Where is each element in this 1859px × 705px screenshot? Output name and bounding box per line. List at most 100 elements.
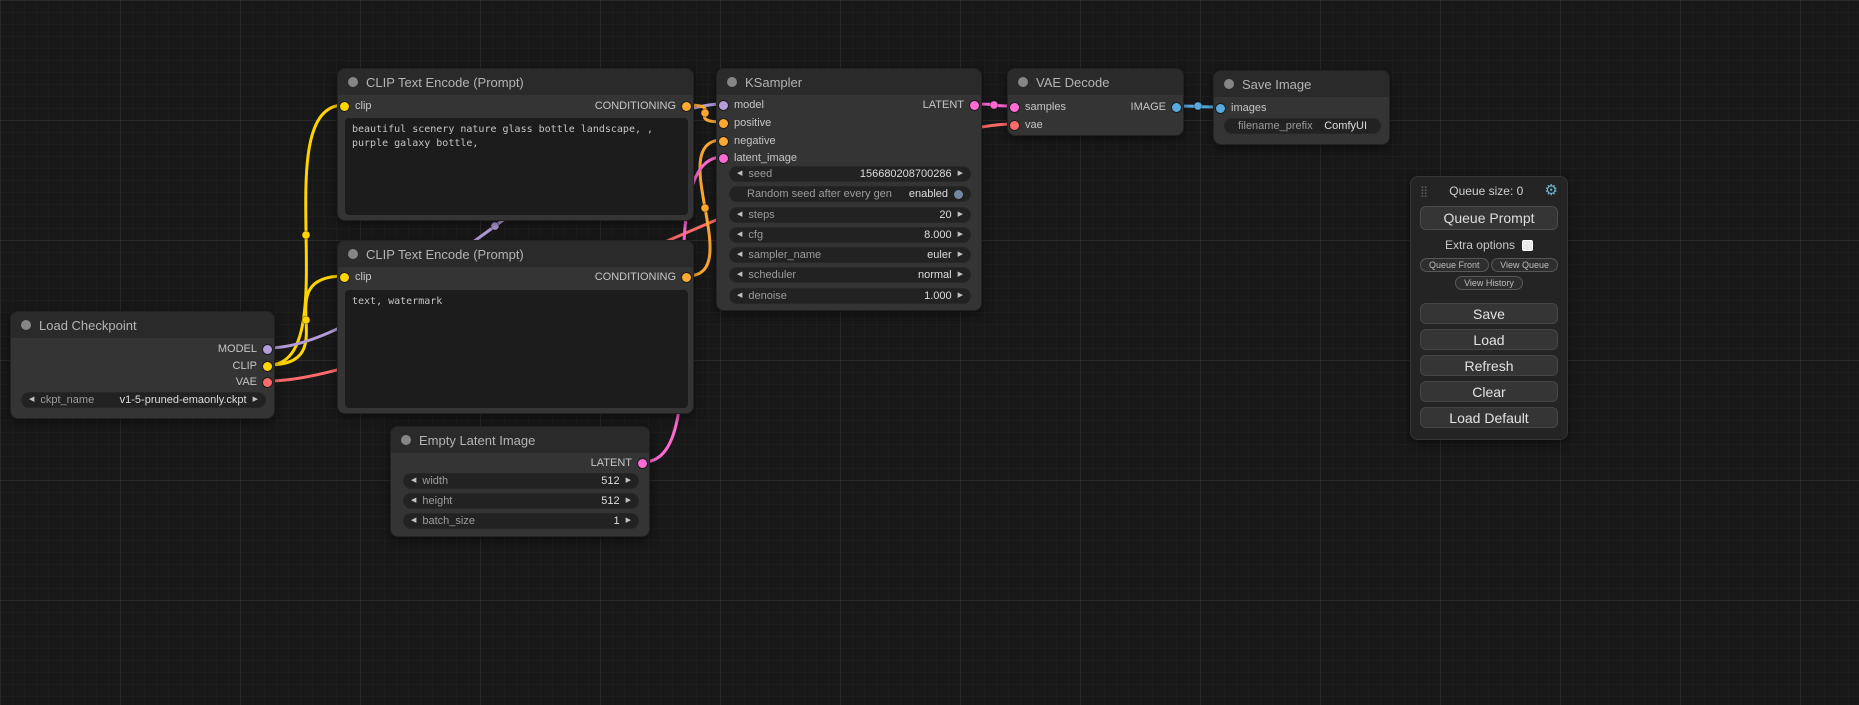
increment-arrow-icon[interactable]: ▶	[626, 494, 631, 508]
input-slot-clip[interactable]: clip	[340, 271, 372, 283]
output-slot-dot[interactable]	[263, 345, 272, 354]
collapse-dot-icon[interactable]	[1018, 77, 1028, 87]
input-slot-latent-image[interactable]: latent_image	[719, 152, 797, 164]
input-slot-dot[interactable]	[1216, 104, 1225, 113]
input-slot-dot[interactable]	[719, 154, 728, 163]
widget-batch-size[interactable]: ◀ batch_size 1 ▶	[403, 513, 639, 529]
output-slot-dot[interactable]	[263, 378, 272, 387]
comfyui-node-canvas[interactable]: Load Checkpoint MODEL CLIP VAE ◀ ckpt_na…	[0, 0, 1859, 705]
widget-scheduler[interactable]: ◀ scheduler normal ▶	[729, 267, 971, 283]
collapse-dot-icon[interactable]	[348, 77, 358, 87]
output-slot-image[interactable]: IMAGE	[1131, 101, 1181, 113]
gear-icon[interactable]: ⚙	[1545, 184, 1558, 198]
widget-random-seed-toggle[interactable]: Random seed after every gen enabled	[729, 186, 971, 202]
input-slot-vae[interactable]: vae	[1010, 119, 1043, 131]
decrement-arrow-icon[interactable]: ◀	[737, 289, 742, 303]
input-slot-model[interactable]: model	[719, 99, 764, 111]
drag-handle-icon[interactable]: ⣿	[1420, 185, 1428, 198]
output-slot-dot[interactable]	[682, 273, 691, 282]
increment-arrow-icon[interactable]: ▶	[958, 268, 963, 282]
increment-arrow-icon[interactable]: ▶	[253, 393, 258, 407]
widget-ckpt-name[interactable]: ◀ ckpt_name v1-5-pruned-emaonly.ckpt ▶	[21, 392, 266, 408]
increment-arrow-icon[interactable]: ▶	[958, 248, 963, 262]
output-slot-model[interactable]: MODEL	[218, 343, 272, 355]
input-slot-images[interactable]: images	[1216, 102, 1266, 114]
node-clip-text-encode-negative[interactable]: CLIP Text Encode (Prompt) clip CONDITION…	[337, 240, 694, 414]
output-slot-dot[interactable]	[682, 102, 691, 111]
output-slot-conditioning[interactable]: CONDITIONING	[595, 271, 691, 283]
view-history-button[interactable]: View History	[1455, 276, 1523, 290]
collapse-dot-icon[interactable]	[21, 320, 31, 330]
decrement-arrow-icon[interactable]: ◀	[411, 514, 416, 528]
input-slot-samples[interactable]: samples	[1010, 101, 1066, 113]
load-button[interactable]: Load	[1420, 329, 1558, 350]
input-slot-dot[interactable]	[340, 273, 349, 282]
widget-seed[interactable]: ◀ seed 156680208700286 ▶	[729, 166, 971, 182]
widget-width[interactable]: ◀ width 512 ▶	[403, 473, 639, 489]
node-ksampler[interactable]: KSampler model positive negative latent_…	[716, 68, 982, 311]
decrement-arrow-icon[interactable]: ◀	[737, 208, 742, 222]
load-default-button[interactable]: Load Default	[1420, 407, 1558, 428]
input-slot-dot[interactable]	[340, 102, 349, 111]
node-load-checkpoint[interactable]: Load Checkpoint MODEL CLIP VAE ◀ ckpt_na…	[10, 311, 275, 419]
widget-height[interactable]: ◀ height 512 ▶	[403, 493, 639, 509]
widget-cfg[interactable]: ◀ cfg 8.000 ▶	[729, 227, 971, 243]
input-slot-negative[interactable]: negative	[719, 135, 776, 147]
collapse-dot-icon[interactable]	[1224, 79, 1234, 89]
node-title-bar[interactable]: CLIP Text Encode (Prompt)	[338, 241, 693, 267]
decrement-arrow-icon[interactable]: ◀	[411, 494, 416, 508]
node-clip-text-encode-positive[interactable]: CLIP Text Encode (Prompt) clip CONDITION…	[337, 68, 694, 221]
increment-arrow-icon[interactable]: ▶	[958, 208, 963, 222]
input-slot-dot[interactable]	[1010, 121, 1019, 130]
prompt-textarea[interactable]: text, watermark	[345, 290, 688, 408]
queue-prompt-button[interactable]: Queue Prompt	[1420, 206, 1558, 230]
increment-arrow-icon[interactable]: ▶	[958, 289, 963, 303]
node-save-image[interactable]: Save Image images filename_prefix ComfyU…	[1213, 70, 1390, 145]
output-slot-dot[interactable]	[263, 362, 272, 371]
widget-sampler-name[interactable]: ◀ sampler_name euler ▶	[729, 247, 971, 263]
clear-button[interactable]: Clear	[1420, 381, 1558, 402]
decrement-arrow-icon[interactable]: ◀	[737, 228, 742, 242]
decrement-arrow-icon[interactable]: ◀	[29, 393, 34, 407]
output-slot-vae[interactable]: VAE	[236, 376, 272, 388]
node-title-bar[interactable]: VAE Decode	[1008, 69, 1183, 95]
decrement-arrow-icon[interactable]: ◀	[737, 248, 742, 262]
increment-arrow-icon[interactable]: ▶	[626, 514, 631, 528]
node-vae-decode[interactable]: VAE Decode samples vae IMAGE	[1007, 68, 1184, 136]
node-title-bar[interactable]: Load Checkpoint	[11, 312, 274, 338]
decrement-arrow-icon[interactable]: ◀	[411, 474, 416, 488]
input-slot-positive[interactable]: positive	[719, 117, 771, 129]
extra-options-checkbox[interactable]	[1522, 240, 1533, 251]
node-title-bar[interactable]: KSampler	[717, 69, 981, 95]
output-slot-latent[interactable]: LATENT	[591, 457, 647, 469]
output-slot-dot[interactable]	[1172, 103, 1181, 112]
input-slot-dot[interactable]	[719, 137, 728, 146]
node-title-bar[interactable]: CLIP Text Encode (Prompt)	[338, 69, 693, 95]
node-title-bar[interactable]: Save Image	[1214, 71, 1389, 97]
widget-denoise[interactable]: ◀ denoise 1.000 ▶	[729, 288, 971, 304]
node-title-bar[interactable]: Empty Latent Image	[391, 427, 649, 453]
increment-arrow-icon[interactable]: ▶	[958, 228, 963, 242]
input-slot-dot[interactable]	[719, 119, 728, 128]
output-slot-clip[interactable]: CLIP	[233, 360, 272, 372]
decrement-arrow-icon[interactable]: ◀	[737, 167, 742, 181]
increment-arrow-icon[interactable]: ▶	[958, 167, 963, 181]
input-slot-dot[interactable]	[1010, 103, 1019, 112]
input-slot-clip[interactable]: clip	[340, 100, 372, 112]
decrement-arrow-icon[interactable]: ◀	[737, 268, 742, 282]
widget-filename-prefix[interactable]: filename_prefix ComfyUI	[1224, 118, 1381, 134]
toggle-dot-icon[interactable]	[954, 190, 963, 199]
node-empty-latent-image[interactable]: Empty Latent Image LATENT ◀ width 512 ▶ …	[390, 426, 650, 537]
increment-arrow-icon[interactable]: ▶	[626, 474, 631, 488]
output-slot-conditioning[interactable]: CONDITIONING	[595, 100, 691, 112]
output-slot-latent[interactable]: LATENT	[923, 99, 979, 111]
view-queue-button[interactable]: View Queue	[1491, 258, 1558, 272]
refresh-button[interactable]: Refresh	[1420, 355, 1558, 376]
output-slot-dot[interactable]	[970, 101, 979, 110]
collapse-dot-icon[interactable]	[401, 435, 411, 445]
output-slot-dot[interactable]	[638, 459, 647, 468]
prompt-textarea[interactable]: beautiful scenery nature glass bottle la…	[345, 118, 688, 215]
queue-front-button[interactable]: Queue Front	[1420, 258, 1489, 272]
save-button[interactable]: Save	[1420, 303, 1558, 324]
input-slot-dot[interactable]	[719, 101, 728, 110]
